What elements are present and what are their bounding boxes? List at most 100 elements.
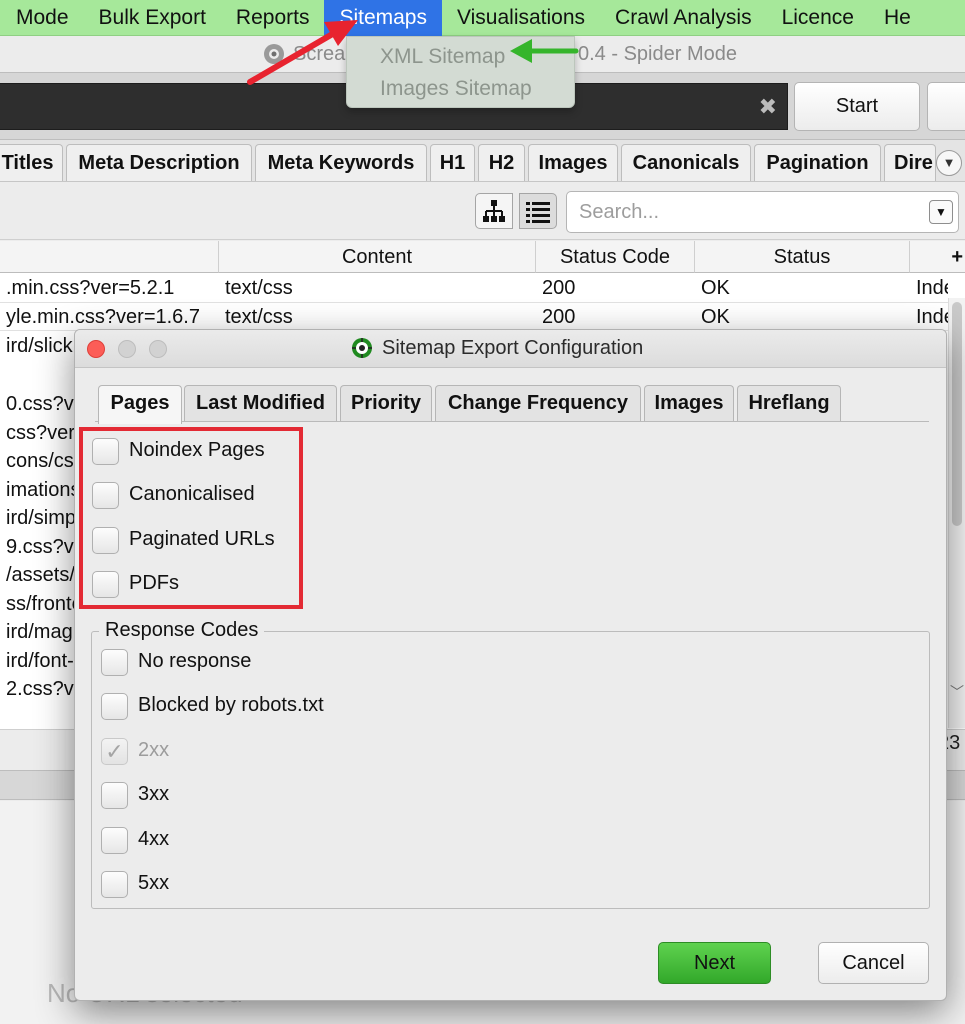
checkbox-label: 5xx (138, 872, 170, 894)
checkbox[interactable] (101, 693, 128, 720)
checkmark-icon: ✓ (101, 738, 128, 765)
checkbox[interactable] (101, 782, 128, 809)
tab-directives[interactable]: Dire (884, 144, 936, 181)
spider-logo-icon (351, 337, 373, 364)
column-header-status[interactable]: Status (695, 241, 910, 273)
toolbar-extra-button[interactable] (927, 82, 965, 131)
tab-hreflang[interactable]: Hreflang (737, 385, 841, 421)
tab-images[interactable]: Images (528, 144, 618, 181)
filter-toolbar: ▼ (0, 183, 965, 240)
spider-logo-icon (263, 43, 285, 71)
table-cell-content[interactable]: text/css (219, 274, 536, 302)
highlight-annotation-box (79, 427, 303, 609)
option-2xx: ✓ 2xx (101, 736, 401, 768)
table-cell-address[interactable]: ird/magn (0, 618, 80, 646)
checkbox-label: 4xx (138, 828, 170, 850)
checkbox-label: 2xx (138, 739, 170, 761)
menu-help[interactable]: He (869, 0, 926, 36)
table-cell-address[interactable]: cons/css (0, 447, 80, 475)
close-window-button[interactable] (87, 340, 105, 358)
close-icon[interactable]: ✖ (759, 94, 777, 120)
add-column-button[interactable]: + (910, 241, 965, 273)
menu-visualisations[interactable]: Visualisations (442, 0, 600, 36)
tab-change-frequency[interactable]: Change Frequency (435, 385, 641, 421)
window-title-right: 0.4 - Spider Mode (578, 43, 737, 65)
start-button[interactable]: Start (794, 82, 920, 131)
scrollbar-thumb[interactable] (952, 302, 962, 526)
table-cell-address[interactable]: 0.css?ve (0, 390, 80, 418)
chevron-down-icon[interactable]: ﹀ (950, 682, 964, 702)
checkbox[interactable] (101, 649, 128, 676)
table-cell-address[interactable]: .min.css?ver=5.2.1 (0, 274, 219, 302)
tab-last-modified[interactable]: Last Modified (184, 385, 337, 421)
chevron-down-icon[interactable]: ▼ (936, 150, 962, 176)
table-cell-status[interactable]: OK (695, 303, 910, 331)
sitemaps-dropdown-menu: XML Sitemap Images Sitemap (346, 36, 575, 108)
option-5xx[interactable]: 5xx (101, 869, 401, 901)
table-cell-address[interactable]: yle.min.css?ver=1.6.7 (0, 303, 219, 331)
table-cell-indexability[interactable]: Inde (910, 303, 948, 331)
tab-meta-keywords[interactable]: Meta Keywords (255, 144, 427, 181)
column-header-content[interactable]: Content (219, 241, 536, 273)
menu-sitemaps[interactable]: Sitemaps (324, 0, 442, 36)
column-header-status-code[interactable]: Status Code (536, 241, 695, 273)
table-cell-address[interactable]: ird/simp (0, 504, 80, 532)
list-view-button[interactable] (519, 193, 557, 229)
table-cell-address[interactable]: ird/font-a (0, 647, 80, 675)
checkbox-label: Blocked by robots.txt (138, 694, 324, 716)
menu-crawl-analysis[interactable]: Crawl Analysis (600, 0, 767, 36)
tab-priority[interactable]: Priority (340, 385, 432, 421)
checkbox-label: 3xx (138, 783, 170, 805)
table-cell-status[interactable]: OK (695, 274, 910, 302)
option-no-response[interactable]: No response (101, 647, 401, 679)
sitemap-export-dialog: Sitemap Export Configuration Pages Last … (74, 329, 947, 1001)
cancel-button[interactable]: Cancel (818, 942, 929, 984)
tab-pages[interactable]: Pages (98, 385, 182, 424)
next-button[interactable]: Next (658, 942, 771, 984)
table-cell-address[interactable]: css?ver= (0, 419, 80, 447)
zoom-window-button[interactable] (149, 340, 167, 358)
table-cell-address[interactable]: ss/fronte (0, 590, 80, 618)
table-cell-address[interactable]: /assets/c (0, 561, 80, 589)
table-cell-status-code[interactable]: 200 (536, 274, 695, 302)
tab-h2[interactable]: H2 (478, 144, 525, 181)
tree-view-icon (483, 200, 505, 222)
tab-images[interactable]: Images (644, 385, 734, 421)
checkbox[interactable] (101, 871, 128, 898)
table-vertical-scrollbar[interactable] (948, 298, 965, 728)
menu-bulk-export[interactable]: Bulk Export (84, 0, 221, 36)
menu-mode[interactable]: Mode (0, 0, 84, 36)
checkbox[interactable] (101, 827, 128, 854)
search-input[interactable] (579, 200, 919, 224)
table-cell-address[interactable]: 9.css?ve (0, 533, 80, 561)
table-cell-address[interactable]: imations (0, 476, 80, 504)
tab-meta-description[interactable]: Meta Description (66, 144, 252, 181)
menu-bar: Mode Bulk Export Reports Sitemaps Visual… (0, 0, 965, 36)
menu-item-xml-sitemap[interactable]: XML Sitemap (347, 41, 574, 73)
table-cell-address[interactable]: ird/slick. (0, 332, 80, 360)
column-header-address[interactable] (0, 241, 219, 273)
option-4xx[interactable]: 4xx (101, 825, 401, 857)
tab-pagination[interactable]: Pagination (754, 144, 881, 181)
table-cell-indexability[interactable]: Inde (910, 274, 948, 302)
window-title-left: Screa (293, 43, 346, 65)
chevron-down-icon[interactable]: ▼ (929, 200, 953, 224)
dialog-titlebar: Sitemap Export Configuration (75, 330, 946, 368)
table-cell-address[interactable]: 2.css?ve (0, 675, 80, 703)
dialog-title: Sitemap Export Configuration (382, 337, 644, 359)
menu-licence[interactable]: Licence (767, 0, 869, 36)
table-cell-content[interactable]: text/css (219, 303, 536, 331)
option-3xx[interactable]: 3xx (101, 780, 401, 812)
tab-titles[interactable]: Titles (0, 144, 63, 181)
tree-view-button[interactable] (475, 193, 513, 229)
checkbox-label: No response (138, 650, 252, 672)
tab-canonicals[interactable]: Canonicals (621, 144, 751, 181)
menu-reports[interactable]: Reports (221, 0, 325, 36)
response-codes-legend: Response Codes (99, 619, 265, 642)
menu-item-images-sitemap[interactable]: Images Sitemap (347, 73, 574, 105)
table-cell-status-code[interactable]: 200 (536, 303, 695, 331)
minimize-window-button[interactable] (118, 340, 136, 358)
option-blocked-by-robots[interactable]: Blocked by robots.txt (101, 691, 401, 723)
main-tab-bar: Titles Meta Description Meta Keywords H1… (0, 140, 965, 182)
tab-h1[interactable]: H1 (430, 144, 475, 181)
